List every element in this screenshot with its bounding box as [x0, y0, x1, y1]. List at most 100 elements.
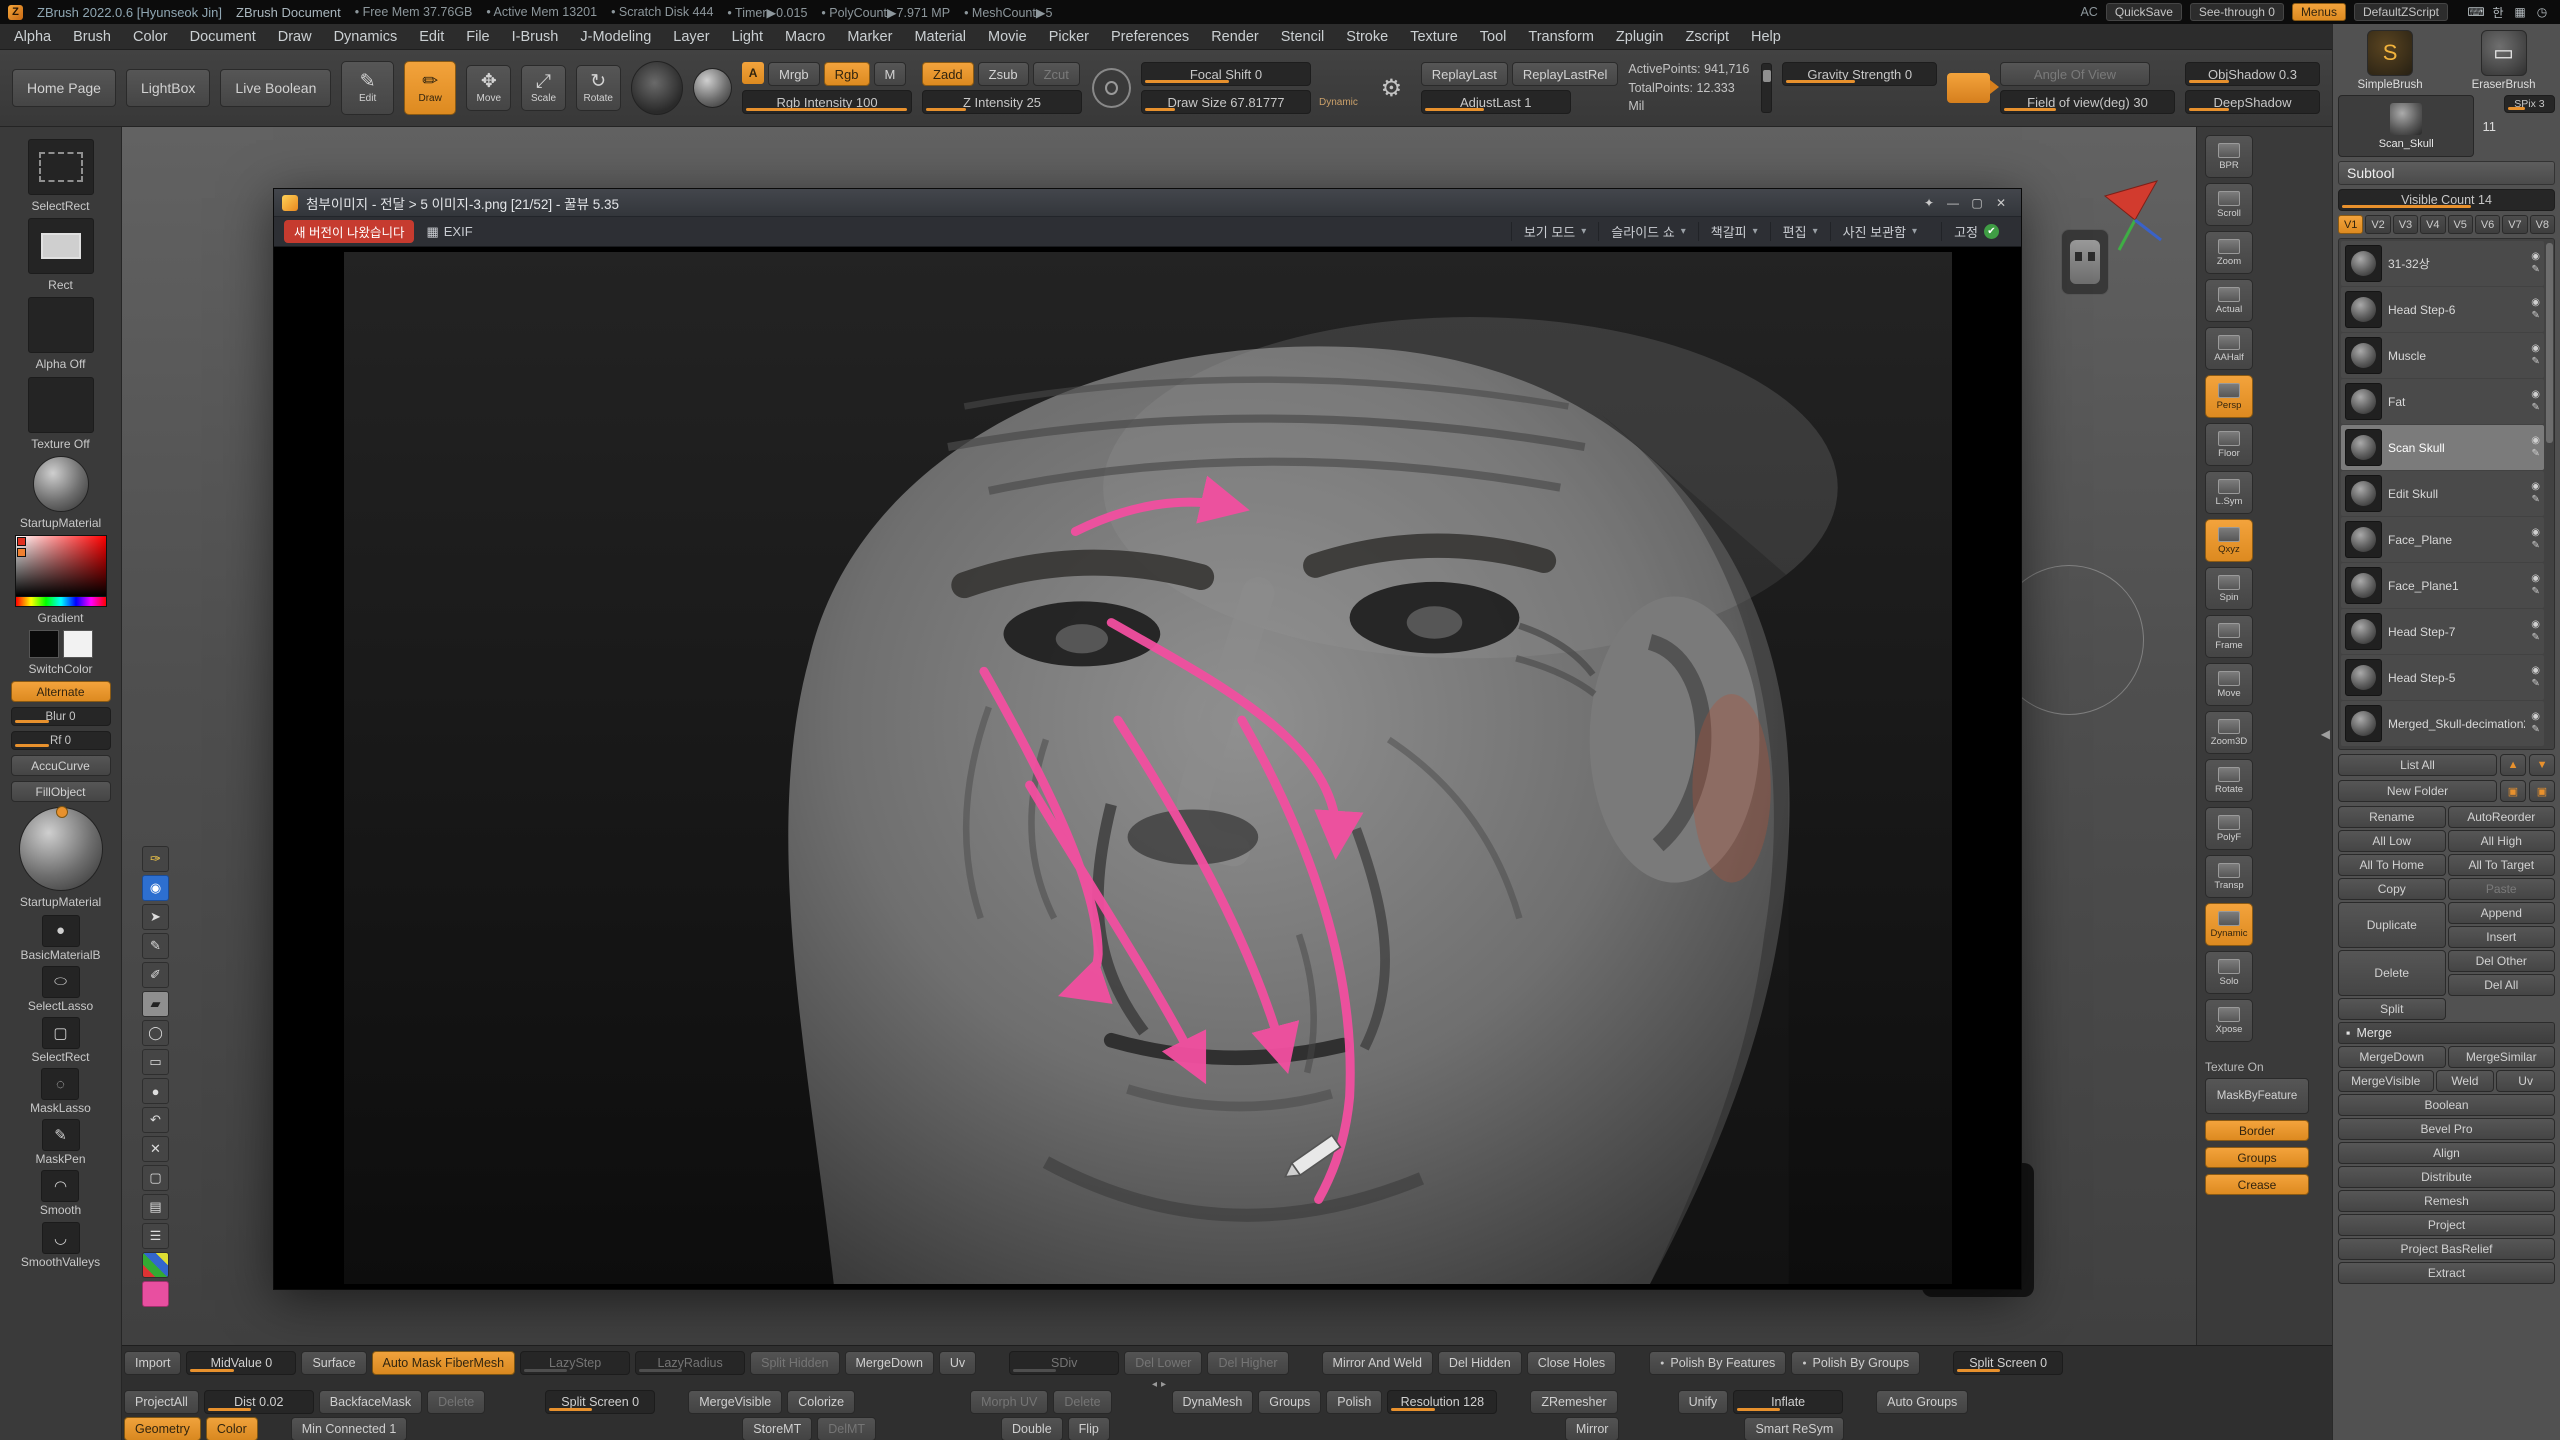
polypaint-pen-icon[interactable]: ✎ — [2531, 724, 2539, 736]
draw-button[interactable]: ✏ Draw — [404, 61, 457, 115]
recent-item[interactable]: ✎ MaskPen — [35, 1119, 85, 1166]
draw-tool-button[interactable]: ➤ — [142, 904, 169, 930]
polypaint-pen-icon[interactable]: ✎ — [2531, 586, 2539, 598]
draw-tool-button[interactable]: ◯ — [142, 1020, 169, 1046]
shelf-icon-button[interactable]: Solo — [2205, 951, 2253, 994]
bottom-button[interactable]: Split Screen 0 — [545, 1390, 655, 1414]
menu-item[interactable]: Material — [914, 29, 966, 45]
field-of-view-slider[interactable]: Field of view(deg) 30 — [2000, 90, 2175, 114]
bottom-button[interactable]: MidValue 0 — [186, 1351, 296, 1375]
recent-item[interactable]: ◌ MaskLasso — [30, 1068, 91, 1115]
delete-button[interactable]: Delete — [2338, 950, 2446, 996]
current-tool-box[interactable]: Scan_Skull — [2338, 95, 2474, 157]
shelf-icon-button[interactable]: Floor — [2205, 423, 2253, 466]
menu-item[interactable]: Brush — [73, 29, 111, 45]
saturation-square[interactable] — [15, 535, 107, 597]
version-tab[interactable]: V3 — [2393, 215, 2418, 234]
viewer-menu-item[interactable]: 슬라이드 쇼 ▾ — [1598, 222, 1697, 241]
bottom-button[interactable]: MergeVisible — [688, 1390, 782, 1414]
eraserbrush-item[interactable]: ▭ EraserBrush — [2472, 30, 2536, 91]
fillobject-button[interactable]: FillObject — [11, 781, 111, 802]
rgb-button[interactable]: Rgb — [824, 62, 870, 86]
bottom-button[interactable]: Resolution 128 — [1387, 1390, 1497, 1414]
simplebrush-item[interactable]: S SimpleBrush — [2357, 30, 2422, 91]
draw-tool-button[interactable]: ● — [142, 1078, 169, 1104]
quicksave-button[interactable]: QuickSave — [2106, 3, 2182, 21]
menu-item[interactable]: Macro — [785, 29, 825, 45]
menu-item[interactable]: Document — [190, 29, 256, 45]
window-control-icon[interactable]: ✕ — [1989, 193, 2013, 213]
tray-icon[interactable]: ⌨ — [2466, 3, 2486, 21]
subtool-row[interactable]: Fat ◉ ✎ — [2341, 379, 2544, 424]
polypaint-pen-icon[interactable]: ✎ — [2531, 448, 2539, 460]
shelf-icon-button[interactable]: Move — [2205, 663, 2253, 706]
autoreorder-button[interactable]: AutoReorder — [2448, 806, 2556, 828]
bevel-pro-button[interactable]: Bevel Pro — [2338, 1118, 2555, 1140]
draw-tool-button[interactable] — [142, 1252, 169, 1278]
remesh-button[interactable]: Remesh — [2338, 1190, 2555, 1212]
bottom-button[interactable]: Split Hidden — [750, 1351, 839, 1375]
collapse-tray-icon[interactable]: ◀ — [2321, 727, 2330, 741]
window-control-icon[interactable]: ✦ — [1917, 193, 1941, 213]
menu-item[interactable]: Stencil — [1281, 29, 1325, 45]
move-button[interactable]: ✥ Move — [466, 65, 511, 111]
menu-item[interactable]: Alpha — [14, 29, 51, 45]
menu-item[interactable]: Picker — [1049, 29, 1089, 45]
groups-button[interactable]: Groups — [2205, 1147, 2309, 1168]
bottom-button[interactable]: DelMT — [817, 1417, 876, 1440]
subtool-row[interactable]: Head Step-7 ◉ ✎ — [2341, 609, 2544, 654]
menu-item[interactable]: Dynamics — [334, 29, 398, 45]
polypaint-pen-icon[interactable]: ✎ — [2531, 494, 2539, 506]
draw-tool-button[interactable]: ✐ — [142, 962, 169, 988]
visibility-eye-icon[interactable]: ◉ — [2531, 711, 2540, 723]
mergevisible-button[interactable]: MergeVisible — [2338, 1070, 2434, 1092]
recent-item[interactable]: ◡ SmoothValleys — [21, 1222, 100, 1269]
zadd-button[interactable]: Zadd — [922, 62, 974, 86]
rgb-intensity-slider[interactable]: Rgb Intensity 100 — [742, 90, 912, 114]
rf-slider[interactable]: Rf 0 — [11, 731, 111, 750]
mergedown-button[interactable]: MergeDown — [2338, 1046, 2446, 1068]
visibility-eye-icon[interactable]: ◉ — [2531, 665, 2540, 677]
list-all-button[interactable]: List All — [2338, 754, 2497, 776]
draw-tool-button[interactable] — [142, 1281, 169, 1307]
mergesimilar-button[interactable]: MergeSimilar — [2448, 1046, 2556, 1068]
visibility-eye-icon[interactable]: ◉ — [2531, 297, 2540, 309]
main-color-swatch[interactable] — [29, 630, 59, 658]
polypaint-pen-icon[interactable]: ✎ — [2531, 264, 2539, 276]
del-other-button[interactable]: Del Other — [2448, 950, 2556, 972]
project-basrelief-button[interactable]: Project BasRelief — [2338, 1238, 2555, 1260]
viewer-title-bar[interactable]: 첨부이미지 - 전달 > 5 이미지-3.png [21/52] - 꿀뷰 5.… — [274, 189, 2021, 217]
shelf-icon-button[interactable]: PolyF — [2205, 807, 2253, 850]
replay-last-rel-button[interactable]: ReplayLastRel — [1512, 62, 1619, 86]
current-brush-preview[interactable] — [631, 61, 684, 115]
bottom-button[interactable]: Uv — [939, 1351, 976, 1375]
lightbox-button[interactable]: LightBox — [126, 69, 210, 107]
shelf-icon-button[interactable]: Persp — [2205, 375, 2253, 418]
draw-tool-button[interactable]: ✑ — [142, 846, 169, 872]
bottom-button[interactable]: DynaMesh — [1172, 1390, 1254, 1414]
bottom-button[interactable]: Groups — [1258, 1390, 1321, 1414]
draw-tool-button[interactable]: ▤ — [142, 1194, 169, 1220]
current-brush-thumbnail[interactable] — [28, 139, 94, 195]
polypaint-pen-icon[interactable]: ✎ — [2531, 678, 2539, 690]
insert-button[interactable]: Insert — [2448, 926, 2556, 948]
subtool-row[interactable]: Edit Skull ◉ ✎ — [2341, 471, 2544, 516]
scale-button[interactable]: ⤢ Scale — [521, 65, 566, 111]
folder-icon-button[interactable]: ▣ — [2500, 780, 2526, 802]
version-tab[interactable]: V1 — [2338, 215, 2363, 234]
menu-item[interactable]: File — [466, 29, 489, 45]
zsub-button[interactable]: Zsub — [978, 62, 1029, 86]
bottom-button[interactable]: Del Higher — [1207, 1351, 1288, 1375]
draw-tool-button[interactable]: ▭ — [142, 1049, 169, 1075]
bottom-button[interactable]: Delete — [427, 1390, 485, 1414]
m-button[interactable]: M — [874, 62, 907, 86]
crease-button[interactable]: Crease — [2205, 1174, 2309, 1195]
color-picker[interactable] — [15, 535, 107, 607]
del-all-button[interactable]: Del All — [2448, 974, 2556, 996]
menu-item[interactable]: Zscript — [1685, 29, 1729, 45]
angle-of-view-button[interactable]: Angle Of View — [2000, 62, 2150, 86]
viewer-menu-item[interactable]: 사진 보관함 ▾ — [1830, 222, 1929, 241]
alpha-thumbnail[interactable] — [28, 297, 94, 353]
bottom-button[interactable]: Geometry — [124, 1417, 201, 1440]
viewer-menu-item[interactable]: 책갈피 ▾ — [1698, 222, 1770, 241]
